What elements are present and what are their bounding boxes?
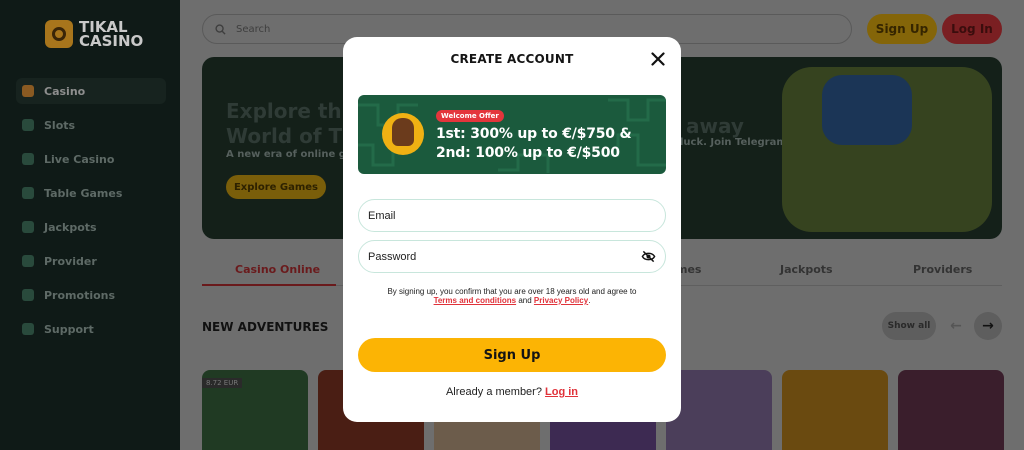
arrow-right-icon[interactable]: → [974,312,1002,340]
banner-title-line1: Explore th [226,99,342,123]
banner-right-title: away [686,114,744,138]
game-card[interactable]: 8.72 EUR [202,370,308,450]
logo-text-bottom: CASINO [79,32,144,50]
tab-casino-online[interactable]: Casino Online [235,263,320,276]
jackpot-icon [22,221,34,233]
sidebar-item-table-games[interactable]: Table Games [16,180,166,206]
sidebar-item-slots[interactable]: Slots [16,112,166,138]
banner-title: Explore th World of T [226,99,342,149]
sidebar-item-label: Slots [44,118,76,132]
sidebar-item-label: Promotions [44,288,116,302]
game-badge: 8.72 EUR [202,378,243,388]
home-icon [22,85,34,97]
telegram-icon [822,75,912,145]
slots-icon [22,119,34,131]
section-title: NEW ADVENTURES [202,320,329,334]
game-card[interactable] [898,370,1004,450]
sidebar-item-support[interactable]: Support [16,316,166,342]
signup-button[interactable]: Sign Up [358,338,666,372]
sidebar-item-live-casino[interactable]: Live Casino [16,146,166,172]
sidebar-item-jackpots[interactable]: Jackpots [16,214,166,240]
login-prompt: Already a member? Log in [343,386,681,398]
header-signup-button[interactable]: Sign Up [867,14,937,44]
logo-text: TIKAL CASINO [79,20,144,50]
active-tab-indicator [202,284,336,286]
create-account-modal: CREATE ACCOUNT Welcome Offer 1st: 300% u… [343,37,681,422]
close-icon[interactable] [649,50,667,68]
header-login-button[interactable]: Log In [942,14,1002,44]
welcome-offer-banner: Welcome Offer 1st: 300% up to €/$750 & 2… [358,95,666,174]
search-placeholder: Search [236,23,271,35]
sidebar-item-label: Support [44,322,94,336]
terms-link[interactable]: Terms and conditions [434,296,517,305]
tab-jackpots[interactable]: Jackpots [780,263,833,276]
banner-title-line2: World of T [226,124,343,148]
password-placeholder: Password [368,250,417,263]
modal-title: CREATE ACCOUNT [450,52,574,66]
terms-text: By signing up, you confirm that you are … [358,287,666,305]
sidebar-item-label: Table Games [44,186,123,200]
live-casino-icon [22,153,34,165]
sidebar-item-provider[interactable]: Provider [16,248,166,274]
support-icon [22,323,34,335]
login-link[interactable]: Log in [545,386,578,398]
privacy-policy-link[interactable]: Privacy Policy [534,296,588,305]
sidebar-item-promotions[interactable]: Promotions [16,282,166,308]
promo-character-image [382,113,424,155]
eye-off-icon[interactable] [641,249,656,264]
terms-and: and [518,296,532,305]
sidebar-item-casino[interactable]: Casino [16,78,166,104]
promo-line-1: 1st: 300% up to €/$750 & [436,126,632,142]
sidebar-item-label: Live Casino [44,152,115,166]
table-games-icon [22,187,34,199]
terms-suffix: . [588,296,591,305]
arrow-left-icon[interactable]: ← [942,312,970,340]
explore-games-button[interactable]: Explore Games [226,175,326,199]
sidebar: TIKAL CASINO Casino Slots Live Casino Ta… [0,0,180,450]
email-field[interactable]: Email [358,199,666,232]
sidebar-nav: Casino Slots Live Casino Table Games Jac… [16,78,166,350]
tab-providers[interactable]: Providers [913,263,972,276]
search-icon [215,23,226,35]
promotions-icon [22,289,34,301]
email-placeholder: Email [368,209,396,222]
logo-icon [45,20,73,48]
sidebar-item-label: Provider [44,254,97,268]
password-field[interactable]: Password [358,240,666,273]
sidebar-item-label: Jackpots [44,220,97,234]
member-text: Already a member? [445,386,542,398]
game-card[interactable] [666,370,772,450]
show-all-button[interactable]: Show all [882,312,936,340]
provider-icon [22,255,34,267]
sidebar-item-label: Casino [44,84,86,98]
welcome-offer-badge: Welcome Offer [436,110,504,122]
game-card[interactable] [782,370,888,450]
promo-line-2: 2nd: 100% up to €/$500 [436,145,620,161]
logo[interactable]: TIKAL CASINO [45,20,144,50]
terms-prefix: By signing up, you confirm that you are … [387,287,637,296]
